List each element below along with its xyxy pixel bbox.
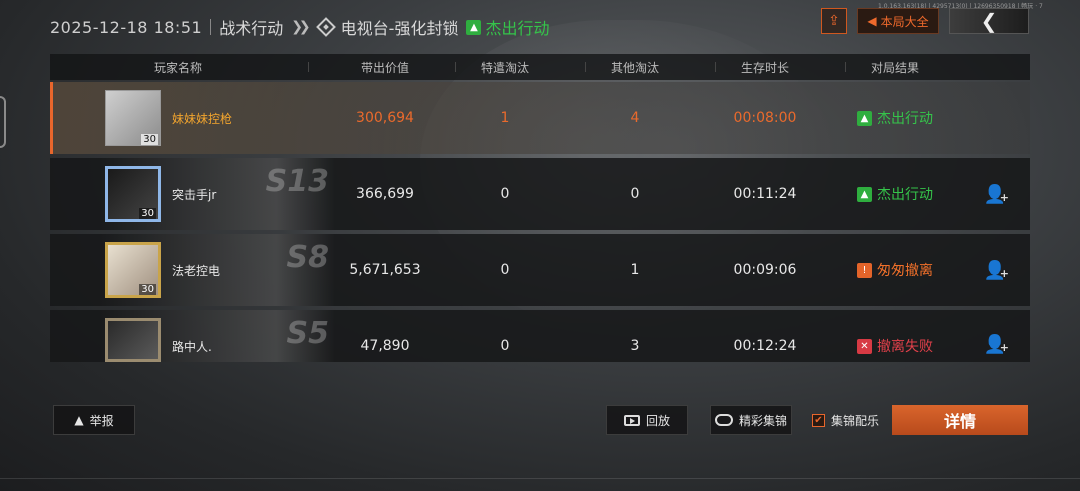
col-player-name: 玩家名称: [153, 60, 202, 75]
survival-time: 00:09:06: [733, 262, 797, 278]
survival-time: 00:11:24: [733, 186, 797, 202]
player-name: 妹妹妹控枪: [172, 111, 233, 126]
highlights-label: 精彩集锦: [738, 413, 787, 428]
player-name: 路中人.: [172, 339, 212, 354]
match-result: ▲ 杰出行动: [845, 158, 945, 230]
add-friend-button[interactable]: 👤 +: [983, 182, 1009, 206]
col-other-elims: 其他淘汰: [610, 60, 659, 75]
header-result: ▲ 杰出行动: [466, 15, 549, 39]
season-tag: S13: [265, 164, 329, 199]
table-row[interactable]: S13 30 突击手jr 366,699 0 0 00:11:24 ▲ 杰出行动…: [50, 158, 1030, 230]
details-button[interactable]: 详情: [892, 405, 1028, 435]
avatar[interactable]: 30: [105, 90, 161, 146]
left-edge-tab[interactable]: [0, 96, 6, 148]
header-divider: [210, 19, 212, 35]
col-match-result: 对局结果: [870, 60, 919, 75]
match-result: ✕ 撤离失败: [845, 320, 945, 372]
highlight-music-toggle[interactable]: ✔ 集锦配乐: [812, 412, 879, 429]
player-level: 30: [141, 134, 158, 145]
match-result-label: 杰出行动: [877, 187, 933, 203]
player-level: 30: [139, 284, 156, 295]
add-friend-button[interactable]: 👤 +: [983, 258, 1009, 282]
table-row[interactable]: S8 30 法老控电 5,671,653 0 1 00:09:06 ! 匆匆撤离…: [50, 234, 1030, 306]
col-survival-time: 生存时长: [740, 60, 789, 75]
fail-icon: ✕: [857, 338, 872, 354]
special-elims: 0: [500, 186, 510, 202]
chevron-right-icon: ❯❯: [291, 19, 311, 35]
add-friend-button[interactable]: 👤 +: [983, 332, 1009, 356]
self-row-marker: [50, 82, 53, 154]
warning-icon: !: [857, 262, 872, 278]
highlights-icon: [714, 414, 733, 426]
flame-icon: ▲: [857, 110, 872, 126]
season-tag: S8: [286, 240, 329, 275]
checkbox[interactable]: ✔: [812, 414, 825, 427]
other-elims: 1: [630, 262, 640, 278]
flame-icon: ▲: [466, 19, 482, 35]
table-row[interactable]: S5 路中人. 47,890 0 3 00:12:24 ✕ 撤离失败 👤 +: [50, 310, 1030, 362]
match-total-label: 本局大全: [880, 14, 929, 29]
header-result-label: 杰出行动: [485, 19, 550, 38]
col-extracted-value: 带出价值: [360, 60, 409, 75]
col-special-elims: 特遣淘汰: [480, 60, 529, 75]
highlights-button[interactable]: 精彩集锦: [710, 405, 792, 435]
replay-label: 回放: [645, 413, 670, 428]
match-result-label: 杰出行动: [877, 111, 933, 127]
bottom-divider: [0, 478, 1080, 479]
back-arrow-icon: ❮: [980, 9, 998, 33]
replay-button[interactable]: 回放: [606, 405, 688, 435]
other-elims: 4: [630, 110, 640, 126]
back-button[interactable]: ❮: [949, 8, 1029, 34]
plus-icon: +: [999, 191, 1009, 204]
other-elims: 0: [630, 186, 640, 202]
share-icon: ⇪: [828, 13, 840, 29]
megaphone-icon: ◀: [867, 14, 877, 28]
match-result-label: 匆匆撤离: [877, 263, 933, 279]
extracted-value: 47,890: [360, 338, 410, 354]
report-label: 举报: [89, 413, 114, 428]
match-result: ! 匆匆撤离: [845, 234, 945, 306]
table-row[interactable]: 30 妹妹妹控枪 300,694 1 4 00:08:00 ▲ 杰出行动: [50, 82, 1030, 154]
match-header: 2025-12-18 18:51 战术行动 ❯❯ 电视台-强化封锁 ▲ 杰出行动: [50, 14, 549, 40]
match-result: ▲ 杰出行动: [845, 82, 945, 154]
highlight-music-label: 集锦配乐: [831, 414, 880, 428]
avatar[interactable]: 30: [105, 166, 161, 222]
col-divider: [308, 62, 309, 72]
plus-icon: +: [999, 341, 1009, 354]
player-name: 法老控电: [172, 263, 221, 278]
table-header: 玩家名称 带出价值 特遣淘汰 其他淘汰 生存时长 对局结果: [50, 54, 1030, 80]
special-elims: 1: [500, 110, 510, 126]
extracted-value: 366,699: [356, 186, 414, 202]
special-elims: 0: [500, 262, 510, 278]
share-button[interactable]: ⇪: [821, 8, 847, 34]
survival-time: 00:12:24: [733, 338, 797, 354]
player-name: 突击手jr: [172, 187, 217, 202]
report-button[interactable]: ▲ 举报: [53, 405, 135, 435]
details-label: 详情: [943, 412, 976, 431]
map-diamond-icon: [315, 17, 336, 37]
player-level: 30: [139, 208, 156, 219]
season-tag: S5: [286, 316, 329, 351]
extracted-value: 300,694: [356, 110, 414, 126]
warning-icon: ▲: [74, 413, 84, 427]
match-result-label: 撤离失败: [877, 339, 933, 355]
other-elims: 3: [630, 338, 640, 354]
match-mode: 战术行动: [219, 19, 284, 38]
match-total-button[interactable]: ◀ 本局大全: [857, 8, 939, 34]
survival-time: 00:08:00: [733, 110, 797, 126]
avatar[interactable]: 30: [105, 242, 161, 298]
play-icon: [623, 414, 640, 426]
plus-icon: +: [999, 267, 1009, 280]
match-map: 电视台-强化封锁: [340, 19, 459, 38]
avatar[interactable]: [105, 318, 161, 362]
special-elims: 0: [500, 338, 510, 354]
extracted-value: 5,671,653: [349, 262, 421, 278]
match-datetime: 2025-12-18 18:51: [50, 17, 203, 37]
flame-icon: ▲: [857, 186, 872, 202]
